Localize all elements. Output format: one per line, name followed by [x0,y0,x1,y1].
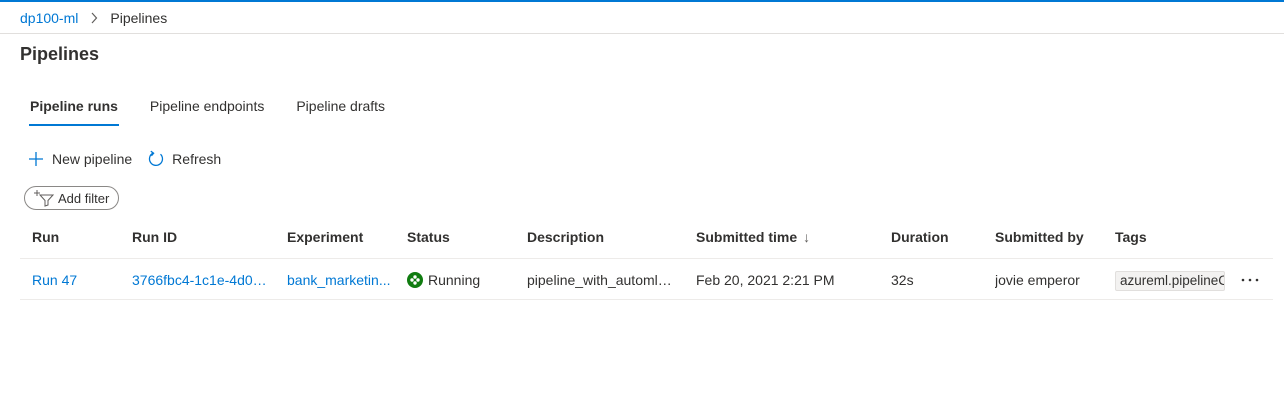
column-header-submitted-time[interactable]: Submitted time ↓ [696,216,881,258]
add-filter-button[interactable]: Add filter [24,186,120,210]
refresh-icon [146,149,166,169]
status-text: Running [428,272,481,288]
filter-icon [33,189,55,207]
breadcrumb-current: Pipelines [110,9,168,26]
column-header-description[interactable]: Description [527,216,677,258]
column-header-duration[interactable]: Duration [891,216,981,258]
status-cell: Running [407,259,517,301]
new-pipeline-button[interactable]: New pipeline [26,149,132,169]
tab-pipeline-drafts[interactable]: Pipeline drafts [286,88,395,126]
column-header-submitted-by[interactable]: Submitted by [995,216,1100,258]
breadcrumb-workspace-link[interactable]: dp100-ml [20,10,78,26]
pipeline-runs-table: Run Run ID Experiment Status Description… [20,216,1273,300]
submitted-by-cell: jovie emperor [995,272,1080,288]
experiment-link[interactable]: bank_marketin... [287,259,392,301]
tag-chip[interactable]: azureml.pipelineC [1115,271,1225,291]
command-bar: New pipeline Refresh [26,146,235,172]
page-title: Pipelines [20,44,100,64]
duration-cell: 32s [891,272,914,288]
submitted-time-cell: Feb 20, 2021 2:21 PM [696,272,835,288]
tags-cell: azureml.pipelineC [1115,259,1255,301]
running-status-icon [407,272,423,288]
table-header-row: Run Run ID Experiment Status Description… [20,216,1273,258]
breadcrumb: dp100-ml Pipelines [0,2,1284,34]
table-row[interactable]: Run 47 3766fbc4-1c1e-4d0e... bank_market… [20,258,1273,300]
refresh-label: Refresh [172,151,222,167]
add-filter-label: Add filter [58,190,110,206]
chevron-right-icon [90,12,98,24]
sort-descending-icon: ↓ [803,229,811,245]
tab-pipeline-endpoints[interactable]: Pipeline endpoints [140,88,274,126]
add-icon [26,149,46,169]
run-link[interactable]: Run 47 [32,259,122,301]
tab-pipeline-runs[interactable]: Pipeline runs [20,88,128,126]
more-icon[interactable] [1238,269,1262,291]
refresh-button[interactable]: Refresh [146,149,221,169]
column-header-experiment[interactable]: Experiment [287,216,392,258]
column-header-run-id[interactable]: Run ID [132,216,270,258]
new-pipeline-label: New pipeline [52,151,133,167]
column-header-tags[interactable]: Tags [1115,216,1255,258]
column-header-run[interactable]: Run [32,216,122,258]
column-header-status[interactable]: Status [407,216,517,258]
submitted-time-header-label: Submitted time [696,229,798,245]
description-cell: pipeline_with_automlst... [527,272,677,288]
run-id-link[interactable]: 3766fbc4-1c1e-4d0e... [132,259,270,301]
tab-list: Pipeline runs Pipeline endpoints Pipelin… [20,88,407,128]
